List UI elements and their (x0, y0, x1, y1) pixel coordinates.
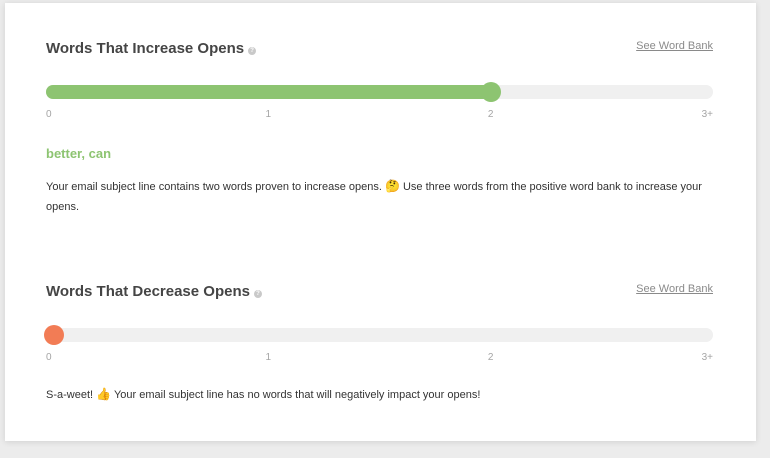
thumbs-up-icon: 👍 (96, 387, 112, 401)
decrease-opens-title: Words That Decrease Opens ? (46, 283, 262, 300)
increase-opens-title: Words That Increase Opens ? (46, 40, 257, 57)
tick-label: 0 (46, 109, 52, 120)
word-analysis-card: Words That Increase Opens ? See Word Ban… (5, 3, 756, 441)
decrease-opens-scale: 0 1 2 3+ (46, 352, 713, 366)
decrease-desc-text-1: S-a-weet! (46, 389, 94, 401)
increase-opens-fill (46, 85, 491, 99)
decrease-opens-track (44, 325, 713, 345)
increase-opens-knob (480, 82, 501, 102)
tick-label: 2 (487, 352, 494, 363)
decrease-opens-title-text: Words That Decrease Opens (46, 283, 250, 300)
see-word-bank-link[interactable]: See Word Bank (636, 283, 713, 295)
decrease-opens-description: S-a-weet! 👍 Your email subject line has … (46, 384, 716, 405)
found-positive-words: better, can (46, 146, 112, 161)
tick-label: 1 (265, 352, 272, 363)
see-word-bank-link[interactable]: See Word Bank (636, 40, 713, 52)
tick-label: 1 (265, 109, 272, 120)
question-icon[interactable]: ? (253, 289, 262, 298)
increase-opens-title-text: Words That Increase Opens (46, 40, 245, 57)
increase-opens-scale: 0 1 2 3+ (46, 109, 713, 123)
tick-label: 2 (487, 109, 494, 120)
decrease-opens-knob (44, 325, 64, 345)
decrease-desc-text-2: Your email subject line has no words tha… (113, 389, 481, 401)
increase-opens-track (46, 82, 713, 102)
increase-desc-text-1: Your email subject line contains two wor… (46, 181, 382, 193)
increase-opens-description: Your email subject line contains two wor… (46, 176, 716, 217)
tick-label: 3+ (701, 109, 713, 120)
tick-label: 0 (46, 352, 52, 363)
question-icon[interactable]: ? (248, 46, 257, 55)
tick-label: 3+ (701, 352, 713, 363)
thinking-face-icon: 🤔 (384, 179, 400, 193)
